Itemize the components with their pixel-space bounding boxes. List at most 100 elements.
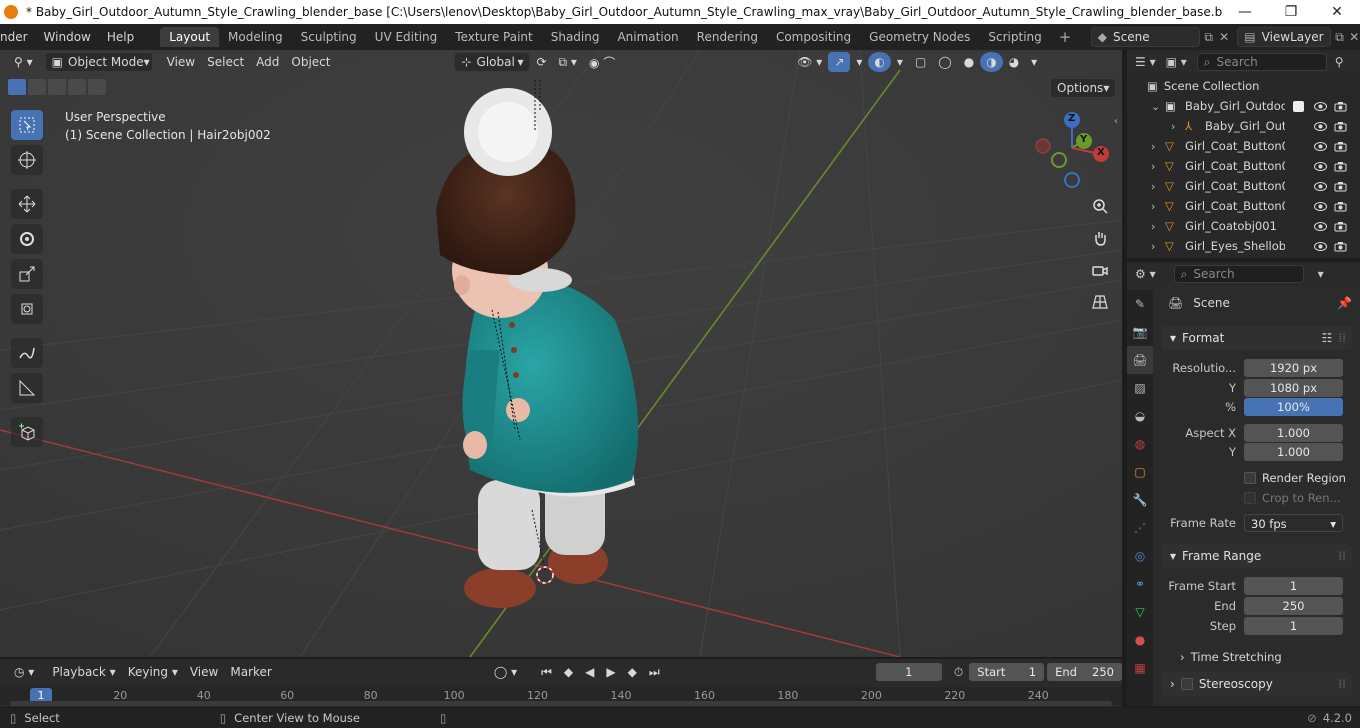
eye-icon[interactable] — [1313, 159, 1327, 173]
select-new-icon[interactable] — [8, 79, 26, 95]
crop-checkbox[interactable] — [1244, 491, 1256, 504]
camera-icon[interactable] — [1333, 119, 1347, 133]
exclude-checkbox[interactable] — [1293, 100, 1304, 112]
wireframe-shading-icon[interactable]: ◯ — [932, 52, 957, 72]
snap-icon[interactable]: ⧉ ▾ — [553, 52, 583, 72]
shading-dropdown-icon[interactable]: ▾ — [1025, 52, 1043, 72]
timeline-menu-keying[interactable]: Keying ▾ — [122, 662, 184, 682]
aspect-y-field[interactable]: 1.000 — [1244, 442, 1343, 461]
outliner-row[interactable]: › ▽ Girl_Coat_Button01 — [1127, 136, 1360, 156]
time-stretching-subpanel[interactable]: › Time Stretching — [1180, 647, 1360, 666]
camera-icon[interactable] — [1333, 179, 1347, 193]
physics-tab-icon[interactable]: ◎ — [1127, 542, 1153, 570]
jump-start-icon[interactable]: ⏮ — [535, 662, 558, 682]
cursor-tool-icon[interactable] — [11, 145, 43, 175]
camera-icon[interactable] — [1333, 199, 1347, 213]
stereoscopy-checkbox[interactable] — [1180, 678, 1193, 690]
frame-rate-dropdown[interactable]: 30 fps ▾ — [1244, 513, 1343, 532]
xray-icon[interactable]: ▢ — [909, 52, 932, 72]
format-panel-header[interactable]: ▾ Format ☷ ⁞⁞ — [1162, 326, 1352, 350]
chevron-right-icon[interactable]: › — [1151, 140, 1155, 153]
gizmo-dropdown-icon[interactable]: ▾ — [850, 52, 868, 72]
chevron-right-icon[interactable]: › — [1151, 160, 1155, 173]
texture-tab-icon[interactable]: ▦ — [1127, 654, 1153, 682]
select-extend-icon[interactable] — [28, 79, 46, 95]
maximize-button[interactable]: ❐ — [1268, 4, 1314, 20]
output-tab-icon[interactable]: 🖨 — [1127, 346, 1153, 374]
resolution-y-field[interactable]: 1080 px — [1244, 378, 1343, 397]
chevron-right-icon[interactable]: › — [1151, 240, 1155, 253]
camera-icon[interactable] — [1333, 159, 1347, 173]
jump-end-icon[interactable]: ⏭ — [643, 662, 666, 682]
rendered-shading-icon[interactable]: ◕ — [1003, 52, 1025, 72]
pan-hand-icon[interactable] — [1087, 225, 1113, 251]
tab-shading[interactable]: Shading — [542, 27, 609, 47]
eye-icon[interactable] — [1313, 139, 1327, 153]
close-button[interactable]: ✕ — [1314, 4, 1360, 20]
pivot-icon[interactable]: ⟳ — [530, 52, 552, 72]
menu-window[interactable]: Window — [36, 30, 99, 44]
editor-type-icon[interactable]: ⚲ ▾ — [8, 52, 39, 72]
chevron-right-icon[interactable]: › — [1171, 120, 1175, 133]
tab-uv-editing[interactable]: UV Editing — [366, 27, 447, 47]
timeline-editor-icon[interactable]: ◷ ▾ — [8, 662, 40, 682]
display-mode-icon[interactable]: ▣ ▾ — [1166, 55, 1187, 69]
rotate-tool-icon[interactable] — [11, 224, 43, 254]
particles-tab-icon[interactable]: ⋰ — [1127, 514, 1153, 542]
viewlayer-selector[interactable]: ▤ ViewLayer — [1237, 27, 1331, 47]
proportional-edit-icon[interactable]: ◉ ⌒ — [583, 52, 621, 72]
visibility-icon[interactable]: 👁 ▾ — [791, 52, 828, 72]
add-cube-tool-icon[interactable] — [11, 417, 43, 447]
outliner-row[interactable]: › ▽ Girl_Coatobj001 — [1127, 216, 1360, 236]
presets-list-icon[interactable]: ☷ — [1322, 331, 1333, 345]
overlay-dropdown-icon[interactable]: ▾ — [891, 52, 909, 72]
chevron-down-icon[interactable]: ⌄ — [1151, 100, 1160, 113]
current-frame-field[interactable]: 1 — [875, 663, 942, 681]
eye-icon[interactable] — [1313, 219, 1327, 233]
zoom-icon[interactable] — [1087, 193, 1113, 219]
outliner-editor-icon[interactable]: ☰ ▾ — [1135, 55, 1156, 69]
select-intersect-icon[interactable] — [88, 79, 106, 95]
tab-texture-paint[interactable]: Texture Paint — [446, 27, 541, 47]
viewport-menu-object[interactable]: Object — [285, 52, 336, 72]
delete-viewlayer-icon[interactable]: ✕ — [1349, 30, 1360, 44]
outliner-row[interactable]: › ⅄ Baby_Girl_Outd — [1127, 116, 1360, 136]
chevron-down-icon[interactable]: ▾ — [1318, 267, 1324, 281]
aspect-x-field[interactable]: 1.000 — [1244, 423, 1343, 442]
camera-icon[interactable] — [1333, 239, 1347, 253]
outliner-row[interactable]: ⌄ ▣ Baby_Girl_Outdoor_ — [1127, 96, 1360, 116]
navigation-gizmo[interactable]: Z Y X — [1030, 108, 1116, 194]
properties-editor-icon[interactable]: ⚙ ▾ — [1135, 267, 1156, 281]
filter-icon[interactable]: ⚲ — [1335, 55, 1344, 69]
tab-layout[interactable]: Layout — [160, 27, 220, 47]
outliner-scene-collection[interactable]: ▣ Scene Collection — [1127, 76, 1360, 96]
outliner-row[interactable]: › ▽ Girl_Eyes_Shellobj( — [1127, 236, 1360, 256]
chevron-right-icon[interactable]: › — [1151, 220, 1155, 233]
overlay-toggle-icon[interactable]: ◐ — [868, 52, 891, 72]
tool-tab-icon[interactable]: ✎ — [1127, 290, 1153, 318]
tab-geometry-nodes[interactable]: Geometry Nodes — [860, 27, 979, 47]
select-subtract-icon[interactable] — [48, 79, 66, 95]
render-region-checkbox[interactable] — [1244, 471, 1256, 484]
annotate-tool-icon[interactable] — [11, 338, 43, 368]
object-tab-icon[interactable]: ▢ — [1127, 458, 1153, 486]
viewport-menu-select[interactable]: Select — [201, 52, 250, 72]
select-box-tool-icon[interactable] — [11, 110, 43, 140]
outliner-row[interactable]: › ▽ Girl_Coat_Button03 — [1127, 176, 1360, 196]
end-frame-field[interactable]: End 250 — [1047, 663, 1122, 681]
menu-blender[interactable]: nder — [0, 30, 36, 44]
camera-icon[interactable] — [1333, 99, 1347, 113]
minimize-button[interactable]: — — [1222, 4, 1268, 20]
chevron-right-icon[interactable]: › — [1151, 180, 1155, 193]
delete-scene-icon[interactable]: ✕ — [1218, 30, 1231, 44]
constraints-tab-icon[interactable]: ⚭ — [1127, 570, 1153, 598]
auto-keying-icon[interactable]: ◯ ▾ — [488, 662, 523, 682]
transform-orientation-dropdown[interactable]: ⊹ Global ▾ — [454, 52, 531, 72]
menu-help[interactable]: Help — [99, 30, 142, 44]
play-icon[interactable]: ▶ — [600, 662, 621, 682]
frame-step-field[interactable]: 1 — [1244, 616, 1343, 635]
camera-view-icon[interactable] — [1087, 257, 1113, 283]
properties-search[interactable]: ⌕ Search — [1173, 265, 1304, 283]
world-tab-icon[interactable]: ◍ — [1127, 430, 1153, 458]
stereoscopy-panel-header[interactable]: › Stereoscopy ⁞⁞ — [1162, 672, 1352, 696]
